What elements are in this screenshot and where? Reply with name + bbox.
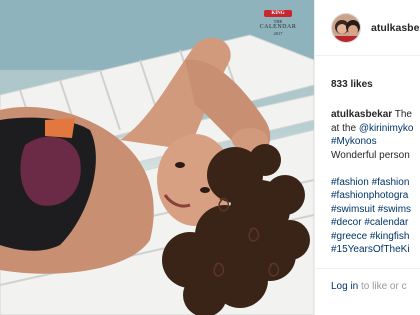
post-side-panel: atulkasbekar 833 likes atulkasbekar The …: [314, 0, 420, 315]
caption-line: at the @kirinimyko: [331, 122, 420, 136]
caption-line: #Mykonos: [331, 135, 420, 149]
caption-text: Wonderful person: [331, 149, 410, 161]
caption-hashtag[interactable]: #fashion: [372, 177, 410, 188]
post-header: atulkasbekar: [315, 0, 420, 56]
login-link[interactable]: Log in: [331, 281, 358, 292]
caption-hashtag[interactable]: #swims: [378, 204, 411, 215]
login-prompt-text: to like or c: [358, 281, 407, 292]
post-photo[interactable]: KING THE CALENDAR 2017: [0, 0, 314, 315]
caption-hashtag[interactable]: #fashionphotogra: [331, 190, 408, 201]
avatar-image: [332, 13, 360, 42]
avatar[interactable]: [331, 12, 361, 43]
caption-hashtag[interactable]: #decor: [331, 217, 362, 228]
caption-hashtag[interactable]: #calendar: [364, 217, 408, 228]
instagram-post: KING THE CALENDAR 2017 atulkasbekar 833 …: [0, 0, 420, 315]
caption-hashtag[interactable]: #kingfish: [370, 231, 409, 242]
hashtag-line: #greece #kingfish: [331, 230, 420, 244]
watermark-title: CALENDAR: [259, 24, 297, 30]
caption-line: Wonderful person: [331, 149, 420, 163]
hashtag-line: #decor #calendar: [331, 216, 420, 230]
caption-hashtag[interactable]: #fashion: [331, 177, 369, 188]
hashtag-line: #fashion #fashion: [331, 176, 420, 190]
caption-hashtag[interactable]: #Mykonos: [331, 136, 377, 147]
post-caption: atulkasbekar The at the @kirinimyko #Myk…: [331, 108, 420, 257]
header-username[interactable]: atulkasbekar: [371, 22, 420, 34]
watermark-year: 2017: [273, 31, 283, 36]
hashtag-line: #fashionphotogra: [331, 189, 420, 203]
likes-count[interactable]: 833 likes: [331, 79, 373, 90]
caption-line: atulkasbekar The: [331, 108, 420, 122]
caption-hashtag[interactable]: #greece: [331, 231, 367, 242]
caption-hashtag[interactable]: #swimsuit: [331, 204, 375, 215]
caption-mention[interactable]: @kirinimyko: [359, 123, 414, 134]
caption-text: at the: [331, 122, 359, 134]
login-prompt: Log in to like or c: [331, 281, 407, 292]
hashtag-line: #15YearsOfTheKi: [331, 243, 420, 257]
caption-text: The: [392, 109, 412, 120]
photo-illustration: [0, 0, 314, 315]
calendar-watermark: KING THE CALENDAR 2017: [250, 10, 306, 36]
caption-hashtag[interactable]: #15YearsOfTheKi: [331, 244, 410, 255]
login-bar: Log in to like or c: [315, 268, 420, 315]
hashtag-line: #swimsuit #swims: [331, 203, 420, 217]
caption-username[interactable]: atulkasbekar: [331, 109, 392, 120]
watermark-brand: KING: [264, 10, 292, 17]
